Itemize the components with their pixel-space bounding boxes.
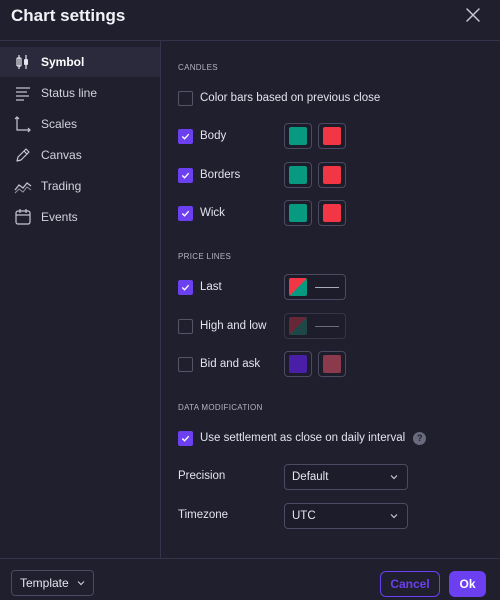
down-color-fill bbox=[323, 204, 341, 222]
candles-icon bbox=[14, 53, 32, 71]
bid-color-fill bbox=[289, 355, 307, 373]
template-label: Template bbox=[20, 576, 69, 590]
cancel-button[interactable]: Cancel bbox=[380, 571, 440, 597]
sidebar-item-events[interactable]: Events bbox=[0, 202, 160, 232]
color-bars-row: Color bars based on previous close bbox=[178, 85, 380, 111]
down-color-fill bbox=[323, 127, 341, 145]
split-color-fill bbox=[289, 317, 307, 335]
settlement-row: Use settlement as close on daily interva… bbox=[178, 425, 427, 451]
ok-button[interactable]: Ok bbox=[449, 571, 486, 597]
timezone-select[interactable]: UTC bbox=[284, 503, 408, 529]
sidebar-item-label: Status line bbox=[41, 86, 98, 100]
borders-up-color-swatch[interactable] bbox=[284, 162, 312, 188]
sidebar-item-status-line[interactable]: Status line bbox=[0, 78, 160, 108]
scales-icon bbox=[14, 115, 32, 133]
timezone-label: Timezone bbox=[178, 509, 229, 521]
high-low-row: High and low bbox=[178, 313, 266, 339]
checkmark-icon bbox=[181, 435, 190, 442]
template-dropdown[interactable]: Template bbox=[11, 570, 94, 596]
checkmark-icon bbox=[181, 284, 190, 291]
body-up-color-swatch[interactable] bbox=[284, 123, 312, 149]
section-title-price-lines: PRICE LINES bbox=[178, 252, 232, 261]
line-style-preview bbox=[315, 325, 339, 327]
up-color-fill bbox=[289, 127, 307, 145]
status-line-icon bbox=[14, 84, 32, 102]
high-low-line-style-button[interactable] bbox=[284, 313, 346, 339]
wick-row: Wick bbox=[178, 200, 225, 226]
high-low-checkbox[interactable] bbox=[178, 318, 193, 334]
dialog-header: Chart settings bbox=[0, 0, 500, 40]
chevron-down-icon bbox=[390, 514, 398, 519]
dialog-title: Chart settings bbox=[11, 6, 126, 25]
split-color-fill bbox=[289, 278, 307, 296]
sidebar-item-label: Canvas bbox=[41, 148, 82, 162]
chart-settings-dialog: Chart settings Symbol Status line Scales… bbox=[0, 0, 500, 600]
close-icon bbox=[466, 8, 480, 22]
wick-up-color-swatch[interactable] bbox=[284, 200, 312, 226]
bid-color-swatch[interactable] bbox=[284, 351, 312, 377]
ask-color-swatch[interactable] bbox=[318, 351, 346, 377]
timezone-value: UTC bbox=[292, 510, 316, 522]
sidebar-item-label: Scales bbox=[41, 117, 78, 131]
precision-label: Precision bbox=[178, 470, 226, 482]
body-checkbox[interactable] bbox=[178, 128, 193, 144]
last-checkbox[interactable] bbox=[178, 279, 193, 295]
color-bars-label: Color bars based on previous close bbox=[200, 92, 381, 104]
sidebar-item-label: Events bbox=[41, 210, 78, 224]
line-style-preview bbox=[315, 286, 339, 288]
borders-down-color-swatch[interactable] bbox=[318, 162, 346, 188]
ask-color-fill bbox=[323, 355, 341, 373]
last-label: Last bbox=[200, 281, 222, 293]
body-down-color-swatch[interactable] bbox=[318, 123, 346, 149]
section-title-candles: CANDLES bbox=[178, 63, 218, 72]
wick-label: Wick bbox=[200, 207, 225, 219]
checkmark-icon bbox=[181, 133, 190, 140]
trading-icon bbox=[14, 177, 32, 195]
pencil-icon bbox=[14, 146, 32, 164]
chevron-down-icon bbox=[77, 581, 85, 586]
borders-label: Borders bbox=[200, 169, 241, 181]
close-button[interactable] bbox=[464, 6, 482, 24]
color-bars-checkbox[interactable] bbox=[178, 90, 193, 106]
sidebar-item-canvas[interactable]: Canvas bbox=[0, 140, 160, 170]
sidebar-item-label: Symbol bbox=[41, 55, 85, 69]
settings-content: CANDLES Color bars based on previous clo… bbox=[162, 41, 500, 558]
help-icon[interactable]: ? bbox=[413, 431, 427, 445]
wick-checkbox[interactable] bbox=[178, 205, 193, 221]
footer-divider bbox=[0, 558, 500, 559]
body-row: Body bbox=[178, 123, 226, 149]
calendar-icon bbox=[14, 208, 32, 226]
bid-ask-row: Bid and ask bbox=[178, 351, 260, 377]
wick-down-color-swatch[interactable] bbox=[318, 200, 346, 226]
precision-select[interactable]: Default bbox=[284, 464, 408, 490]
settlement-checkbox[interactable] bbox=[178, 430, 193, 446]
settlement-label: Use settlement as close on daily interva… bbox=[200, 432, 406, 444]
borders-row: Borders bbox=[178, 162, 240, 188]
bid-ask-checkbox[interactable] bbox=[178, 356, 193, 372]
down-color-fill bbox=[323, 166, 341, 184]
precision-value: Default bbox=[292, 471, 329, 483]
sidebar-item-symbol[interactable]: Symbol bbox=[0, 47, 160, 77]
last-line-style-button[interactable] bbox=[284, 274, 346, 300]
last-row: Last bbox=[178, 274, 222, 300]
up-color-fill bbox=[289, 166, 307, 184]
section-title-data-modification: DATA MODIFICATION bbox=[178, 403, 263, 412]
borders-checkbox[interactable] bbox=[178, 167, 193, 183]
sidebar: Symbol Status line Scales Canvas Trading… bbox=[0, 41, 161, 558]
bid-ask-label: Bid and ask bbox=[200, 358, 261, 370]
sidebar-item-label: Trading bbox=[41, 179, 82, 193]
checkmark-icon bbox=[181, 172, 190, 179]
checkmark-icon bbox=[181, 210, 190, 217]
chevron-down-icon bbox=[390, 475, 398, 480]
body-label: Body bbox=[200, 130, 227, 142]
sidebar-item-trading[interactable]: Trading bbox=[0, 171, 160, 201]
sidebar-item-scales[interactable]: Scales bbox=[0, 109, 160, 139]
high-low-label: High and low bbox=[200, 320, 267, 332]
up-color-fill bbox=[289, 204, 307, 222]
